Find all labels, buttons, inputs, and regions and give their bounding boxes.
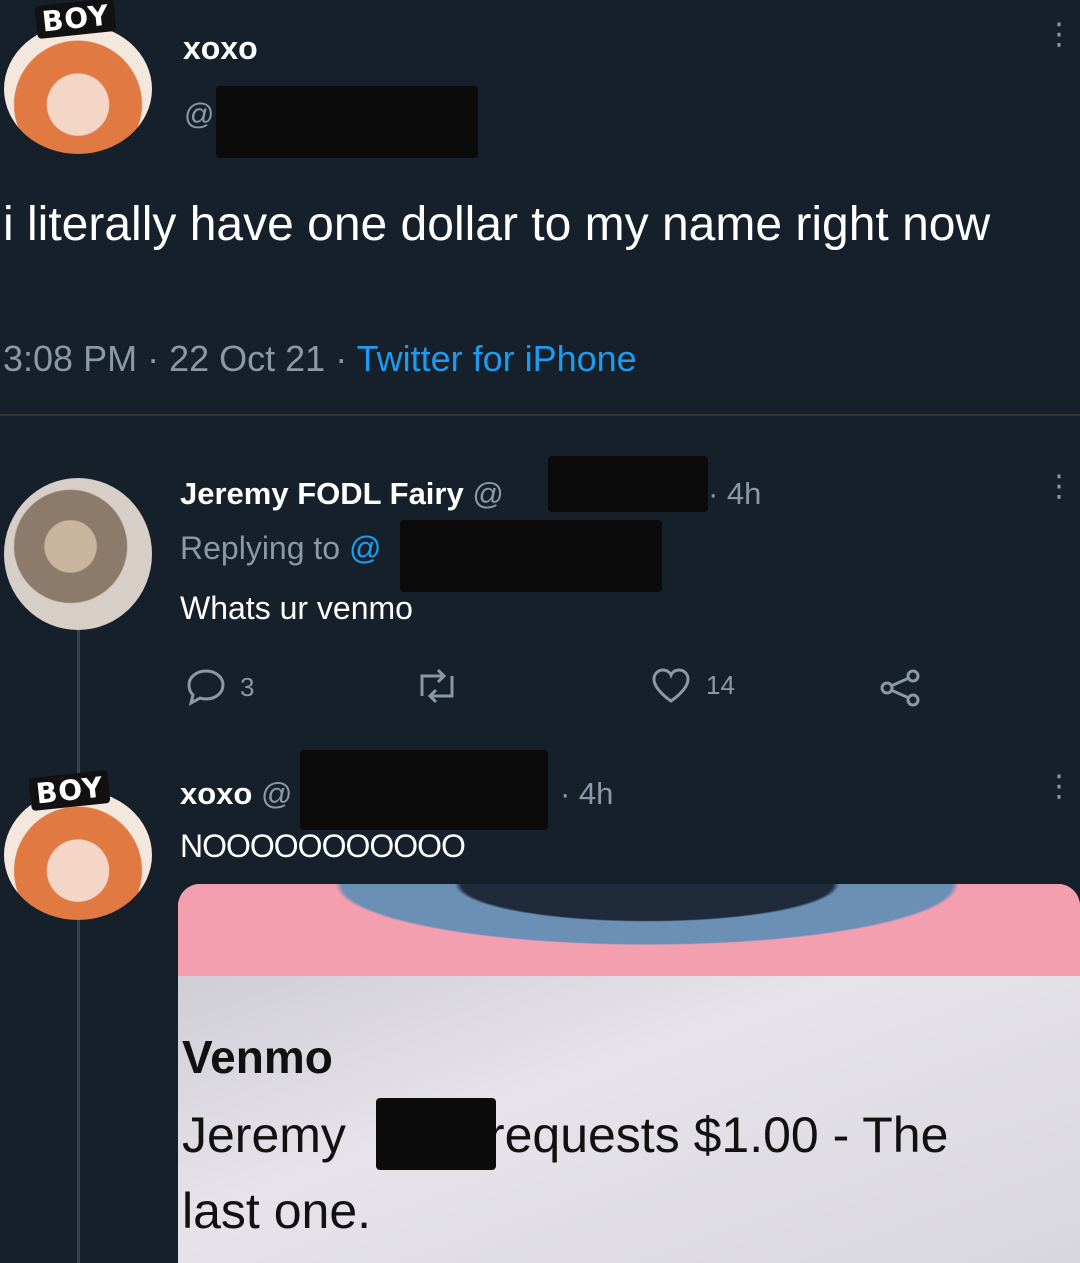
request-text: requests $1.00 - The <box>487 1107 949 1163</box>
avatar[interactable] <box>4 24 152 154</box>
avatar[interactable] <box>4 790 152 920</box>
avatar[interactable] <box>4 478 152 630</box>
reply-time[interactable]: · 4h <box>560 776 613 812</box>
tweet-meta: 3:08 PM · 22 Oct 21 · Twitter for iPhone <box>3 338 637 380</box>
handle[interactable]: @ <box>184 98 214 132</box>
requester-name: Jeremy <box>182 1107 346 1163</box>
replying-to-label: Replying to <box>180 530 341 566</box>
tweet-text: i literally have one dollar to my name r… <box>3 198 991 251</box>
handle[interactable]: @ <box>261 776 292 811</box>
meta-separator: · <box>335 338 348 379</box>
replying-to: Replying to @ <box>180 530 381 567</box>
redacted-handle <box>400 520 662 592</box>
notification-line-2: last one. <box>182 1183 372 1239</box>
more-dots-icon[interactable]: ⋮ <box>1044 472 1074 502</box>
more-dots-icon[interactable]: ⋮ <box>1044 20 1074 50</box>
reply-header: xoxo @ <box>180 776 292 812</box>
replying-to-handle[interactable]: @ <box>349 530 381 566</box>
attached-image[interactable]: Venmo Jeremy requests $1.00 - The last on… <box>178 884 1080 1263</box>
notification-line-1: Jeremy requests $1.00 - The <box>182 1106 948 1164</box>
notification-title: Venmo <box>182 1031 333 1083</box>
share-action[interactable] <box>878 668 922 708</box>
more-dots-icon[interactable]: ⋮ <box>1044 772 1074 802</box>
handle[interactable]: @ <box>472 476 503 511</box>
share-icon <box>880 669 920 707</box>
redacted-handle <box>300 750 548 830</box>
reply-text: NOOOOOOOOOOO <box>180 828 466 864</box>
retweet-action[interactable] <box>414 668 460 704</box>
tweet-time: 3:08 PM <box>3 338 138 379</box>
display-name[interactable]: Jeremy FODL Fairy <box>180 476 464 511</box>
reply-action[interactable]: 3 <box>186 668 254 706</box>
reply-header: Jeremy FODL Fairy @ <box>180 476 504 512</box>
display-name[interactable]: xoxo <box>180 776 252 811</box>
redacted-handle <box>548 456 708 512</box>
thread-line <box>77 630 80 780</box>
redacted-name <box>376 1098 496 1170</box>
tweet-date[interactable]: 22 Oct 21 <box>169 338 325 379</box>
like-icon <box>652 668 690 703</box>
redacted-handle <box>216 86 478 158</box>
reply-count: 3 <box>240 671 255 702</box>
divider <box>0 414 1080 416</box>
tweet-source[interactable]: Twitter for iPhone <box>357 338 637 379</box>
reply-icon <box>187 669 225 706</box>
meta-separator: · <box>147 338 160 379</box>
like-count: 14 <box>706 669 735 700</box>
reply-time[interactable]: · 4h <box>708 476 761 512</box>
retweet-icon <box>420 668 454 704</box>
image-top-photo <box>178 884 1080 976</box>
thread-line <box>77 920 80 1263</box>
display-name[interactable]: xoxo <box>183 30 258 67</box>
reply-text: Whats ur venmo <box>180 590 413 626</box>
like-action[interactable]: 14 <box>650 666 735 704</box>
